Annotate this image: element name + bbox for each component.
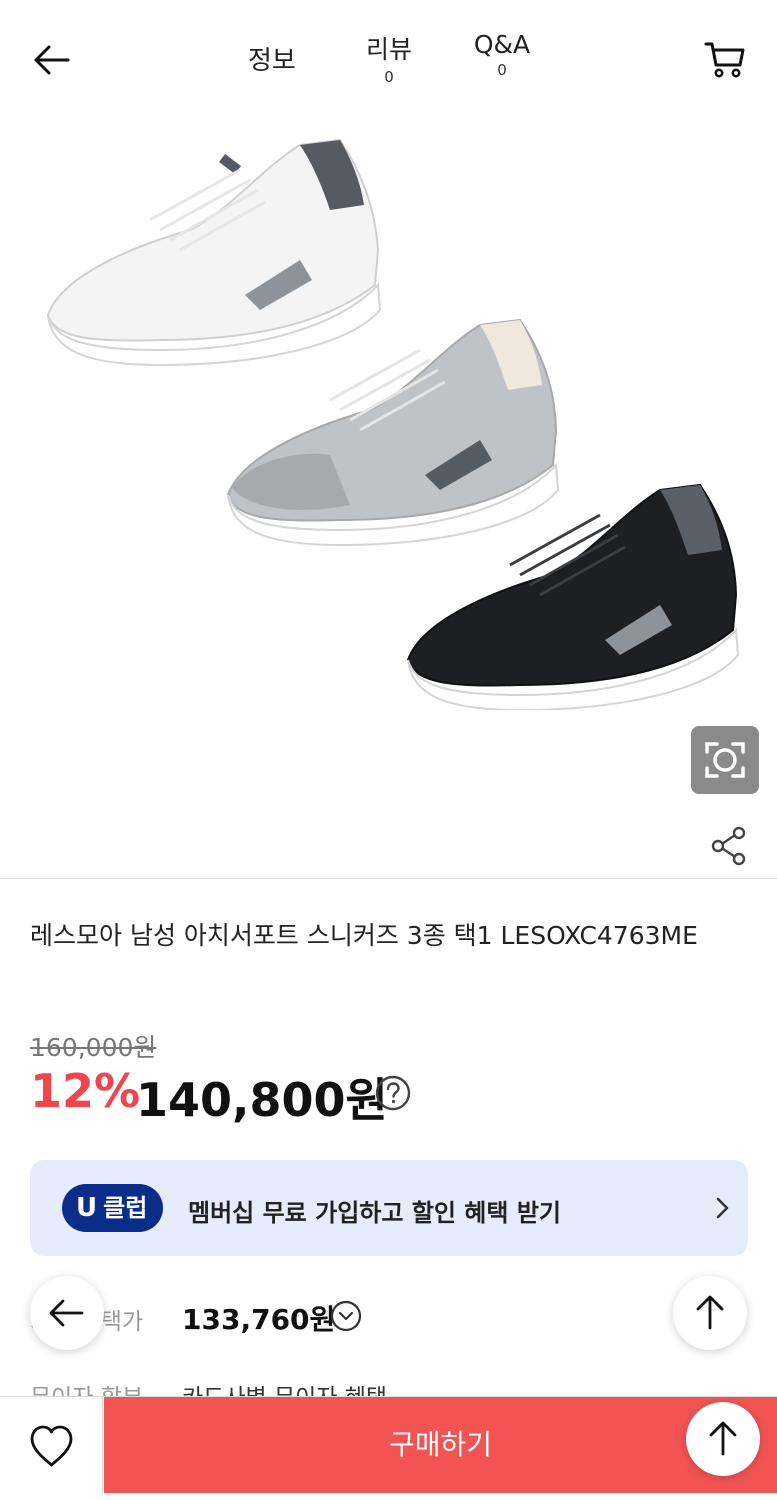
card-benefit-dropdown[interactable] [330, 1300, 362, 1332]
sale-price: 140,800원 [136, 1073, 388, 1127]
arrow-up-icon [696, 1295, 724, 1330]
product-gallery[interactable] [0, 110, 777, 870]
cart-icon [704, 42, 745, 78]
tab-review-label: 리뷰 [365, 35, 412, 64]
lens-search-icon [705, 742, 745, 778]
cart-button[interactable] [703, 38, 747, 82]
tab-info[interactable]: 정보 [248, 40, 296, 77]
bottom-bar: 구매하기 [0, 1396, 777, 1500]
price-help-button[interactable] [374, 1074, 412, 1112]
question-icon [375, 1075, 411, 1111]
scroll-top-button-bottom[interactable] [686, 1402, 760, 1476]
discount-rate: 12% [30, 1064, 141, 1118]
uclub-text: 멤버십 무료 가입하고 할인 혜택 받기 [188, 1199, 561, 1227]
uclub-badge-u: U [76, 1193, 98, 1223]
share-button[interactable] [708, 824, 752, 868]
wishlist-button[interactable] [0, 1397, 103, 1493]
back-button[interactable] [30, 38, 74, 82]
product-title: 레스모아 남성 아치서포트 스니커즈 3종 택1 LESOXC4763ME [30, 921, 698, 950]
arrow-left-icon [49, 1299, 84, 1327]
card-benefit-price: 133,760원 [182, 1303, 336, 1336]
tab-qna-label: Q&A [473, 30, 531, 59]
tab-review[interactable]: 리뷰 0 [363, 30, 415, 86]
white-sneaker [46, 138, 382, 367]
uclub-banner[interactable]: U 클럽 멤버십 무료 가입하고 할인 혜택 받기 [30, 1160, 748, 1256]
chevron-right-icon [716, 1197, 729, 1219]
arrow-left-icon [34, 45, 70, 75]
arrow-up-icon [709, 1421, 737, 1456]
buy-button[interactable]: 구매하기 [104, 1397, 777, 1493]
uclub-badge-text: 클럽 [103, 1194, 148, 1222]
share-icon [711, 826, 746, 866]
original-price: 160,000원 [30, 1033, 157, 1062]
header: 정보 리뷰 0 Q&A 0 [0, 0, 777, 110]
heart-icon [30, 1425, 73, 1467]
tab-qna-count: 0 [497, 61, 507, 79]
prev-page-button[interactable] [30, 1276, 104, 1350]
uclub-badge: U 클럽 [62, 1184, 164, 1232]
divider [0, 878, 777, 879]
tab-qna[interactable]: Q&A 0 [470, 30, 534, 79]
tab-info-label: 정보 [248, 46, 296, 76]
chevron-down-circle-icon [330, 1300, 362, 1332]
tab-review-count: 0 [384, 68, 394, 86]
scroll-top-button[interactable] [673, 1276, 747, 1350]
lens-search-button[interactable] [691, 726, 759, 794]
shoes-product-image [46, 138, 740, 710]
